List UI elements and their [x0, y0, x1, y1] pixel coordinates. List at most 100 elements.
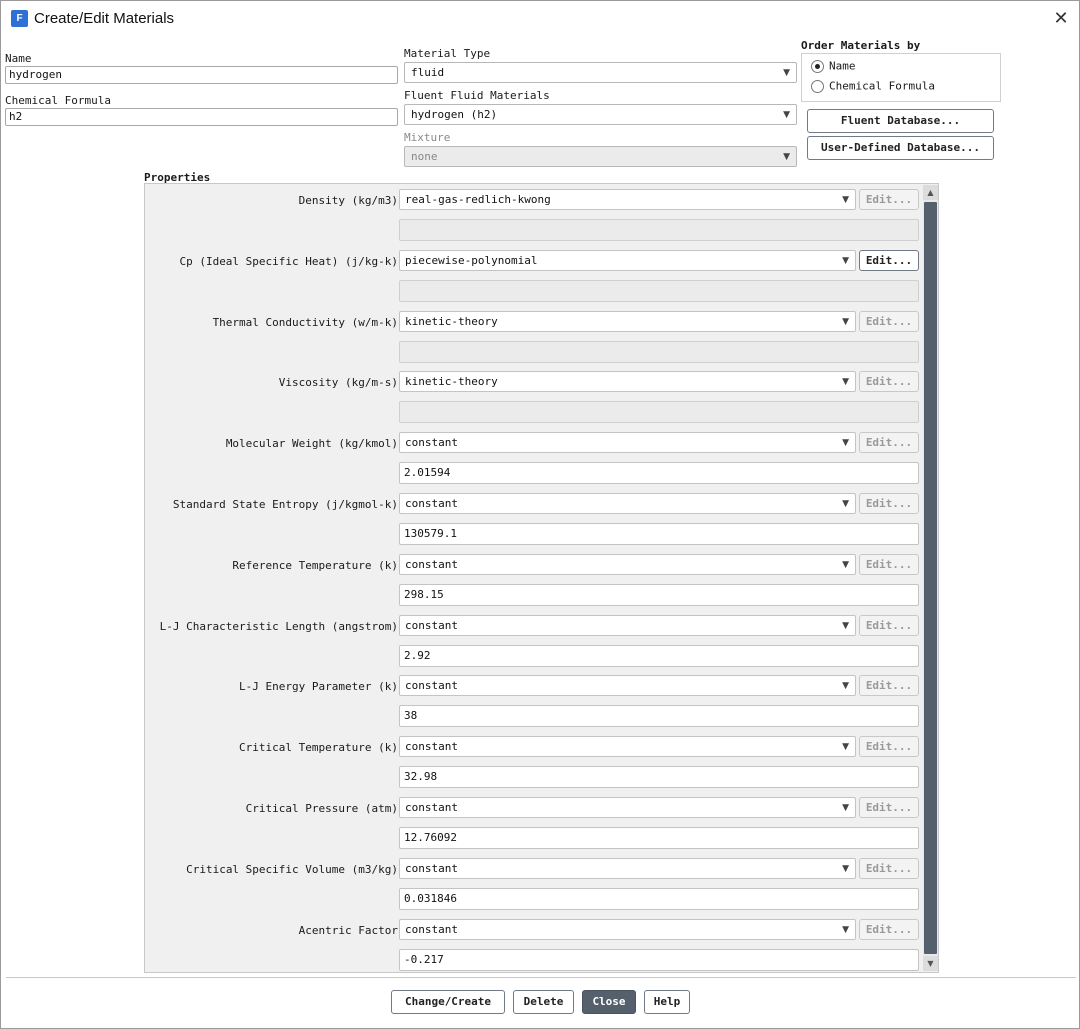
user-defined-database-button[interactable]: User-Defined Database...: [807, 136, 994, 160]
property-value-field[interactable]: 130579.1: [399, 523, 919, 545]
property-row: Density (kg/m3) real-gas-redlich-kwong ▼ Ed…: [145, 189, 921, 250]
property-method-select[interactable]: piecewise-polynomial ▼: [399, 249, 856, 271]
fluent-fluid-materials-select[interactable]: hydrogen (h2) ▼: [404, 104, 797, 125]
fluent-database-button[interactable]: Fluent Database...: [807, 109, 994, 133]
property-edit-button[interactable]: Edit...: [859, 249, 919, 271]
property-value-field[interactable]: 38: [399, 705, 919, 728]
property-edit-button: Edit...: [859, 493, 919, 514]
chevron-down-icon: ▼: [842, 255, 849, 266]
property-label: Critical Temperature (k): [239, 741, 398, 755]
order-by-name-label: Name: [829, 59, 856, 73]
property-edit-button: Edit...: [859, 189, 919, 210]
property-row: L-J Energy Parameter (k) constant ▼ Edit...…: [145, 675, 921, 736]
chevron-down-icon: ▼: [842, 316, 849, 327]
mixture-label: Mixture: [404, 131, 451, 144]
property-method-select[interactable]: constant ▼: [399, 432, 856, 454]
property-method-select[interactable]: constant ▼: [399, 797, 856, 818]
order-materials-label: Order Materials by: [801, 39, 921, 52]
property-method-value: real-gas-redlich-kwong: [405, 193, 551, 206]
property-row: Cp (Ideal Specific Heat) (j/kg-k) piecewi…: [145, 249, 921, 311]
property-value-field[interactable]: 0.031846: [399, 887, 919, 910]
property-row: Critical Temperature (k) constant ▼ Edit...…: [145, 736, 921, 797]
property-method-value: constant: [405, 679, 458, 693]
fluent-app-icon: F: [11, 10, 28, 27]
delete-button[interactable]: Delete: [513, 990, 574, 1014]
property-value-field[interactable]: 298.15: [399, 583, 919, 606]
chevron-down-icon: ▼: [783, 110, 790, 120]
change-create-button[interactable]: Change/Create: [391, 990, 505, 1014]
property-label: Viscosity (kg/m-s): [278, 376, 398, 390]
material-type-select[interactable]: fluid ▼: [404, 62, 797, 83]
property-value-field: [399, 340, 919, 363]
property-label: Density (kg/m3): [298, 194, 398, 207]
name-input[interactable]: hydrogen: [5, 66, 398, 84]
chevron-down-icon: ▼: [842, 499, 849, 509]
property-value-field: [399, 401, 919, 424]
property-label: Critical Pressure (atm): [245, 802, 398, 815]
property-method-select[interactable]: constant ▼: [399, 614, 856, 636]
mixture-value: none: [411, 150, 438, 163]
property-label: Acentric Factor: [298, 923, 398, 937]
property-label: Molecular Weight (kg/kmol): [225, 437, 398, 451]
property-method-value: constant: [405, 497, 458, 510]
fluent-fluid-materials-label: Fluent Fluid Materials: [404, 89, 550, 102]
name-label: Name: [5, 52, 32, 65]
property-method-select[interactable]: real-gas-redlich-kwong ▼: [399, 189, 856, 210]
chevron-down-icon: ▼: [783, 152, 790, 162]
order-by-name-radio[interactable]: Name: [811, 59, 856, 75]
property-method-select[interactable]: constant ▼: [399, 857, 856, 879]
close-window-icon[interactable]: ✕: [1049, 7, 1073, 31]
property-edit-button: Edit...: [859, 614, 919, 636]
property-value-field[interactable]: 2.01594: [399, 462, 919, 485]
property-value-field[interactable]: 2.92: [399, 644, 919, 667]
property-value-field[interactable]: 12.76092: [399, 827, 919, 849]
chevron-down-icon: ▼: [842, 924, 849, 935]
property-value-field[interactable]: 32.98: [399, 766, 919, 789]
chemical-formula-input[interactable]: h2: [5, 108, 398, 126]
order-materials-group: Name Chemical Formula: [801, 53, 1001, 102]
property-method-value: constant: [405, 922, 458, 936]
property-method-select[interactable]: constant ▼: [399, 736, 856, 758]
property-label: L-J Characteristic Length (angstrom): [159, 619, 398, 633]
property-label: Critical Specific Volume (m3/kg): [186, 862, 398, 876]
property-method-value: kinetic-theory: [405, 375, 498, 389]
property-row: Acentric Factor constant ▼ Edit... -0.217: [145, 918, 921, 972]
property-method-select[interactable]: kinetic-theory ▼: [399, 371, 856, 393]
create-edit-materials-window: F Create/Edit Materials ✕ Name hydrogen …: [0, 0, 1080, 1029]
property-method-select[interactable]: constant ▼: [399, 493, 856, 514]
property-method-select[interactable]: kinetic-theory ▼: [399, 310, 856, 332]
chevron-down-icon: ▼: [842, 377, 849, 388]
property-method-value: constant: [405, 436, 458, 450]
property-row: L-J Characteristic Length (angstrom) cons…: [145, 614, 921, 676]
properties-scrollbar[interactable]: ▲ ▼: [923, 185, 938, 971]
property-value-field[interactable]: -0.217: [399, 948, 919, 971]
material-type-value: fluid: [411, 66, 445, 79]
mixture-select: none ▼: [404, 146, 797, 167]
scroll-thumb[interactable]: [924, 202, 937, 954]
property-row: Critical Pressure (atm) constant ▼ Edit... 1…: [145, 797, 921, 858]
radio-checked-icon: [811, 59, 824, 73]
property-row: Critical Specific Volume (m3/kg) constant…: [145, 857, 921, 919]
property-value-field: [399, 279, 919, 302]
close-button[interactable]: Close: [582, 990, 636, 1014]
chevron-down-icon: ▼: [842, 438, 849, 449]
property-method-value: piecewise-polynomial: [405, 253, 538, 267]
order-by-formula-radio[interactable]: Chemical Formula: [811, 79, 935, 95]
property-method-select[interactable]: constant ▼: [399, 675, 856, 697]
radio-unchecked-icon: [811, 79, 824, 93]
property-method-select[interactable]: constant ▼: [399, 918, 856, 940]
chevron-down-icon: ▼: [842, 803, 849, 813]
chevron-down-icon: ▼: [842, 195, 849, 205]
material-type-label: Material Type: [404, 47, 491, 60]
properties-panel: Density (kg/m3) real-gas-redlich-kwong ▼ Ed…: [144, 183, 939, 973]
property-method-select[interactable]: constant ▼: [399, 553, 856, 575]
scroll-up-arrow-icon[interactable]: ▲: [923, 185, 938, 200]
property-method-value: constant: [405, 801, 458, 814]
property-label: Reference Temperature (k): [232, 558, 398, 572]
property-edit-button: Edit...: [859, 736, 919, 758]
scroll-down-arrow-icon[interactable]: ▼: [923, 956, 938, 971]
chevron-down-icon: ▼: [842, 681, 849, 692]
property-edit-button: Edit...: [859, 797, 919, 818]
property-edit-button: Edit...: [859, 432, 919, 454]
help-button[interactable]: Help: [644, 990, 690, 1014]
